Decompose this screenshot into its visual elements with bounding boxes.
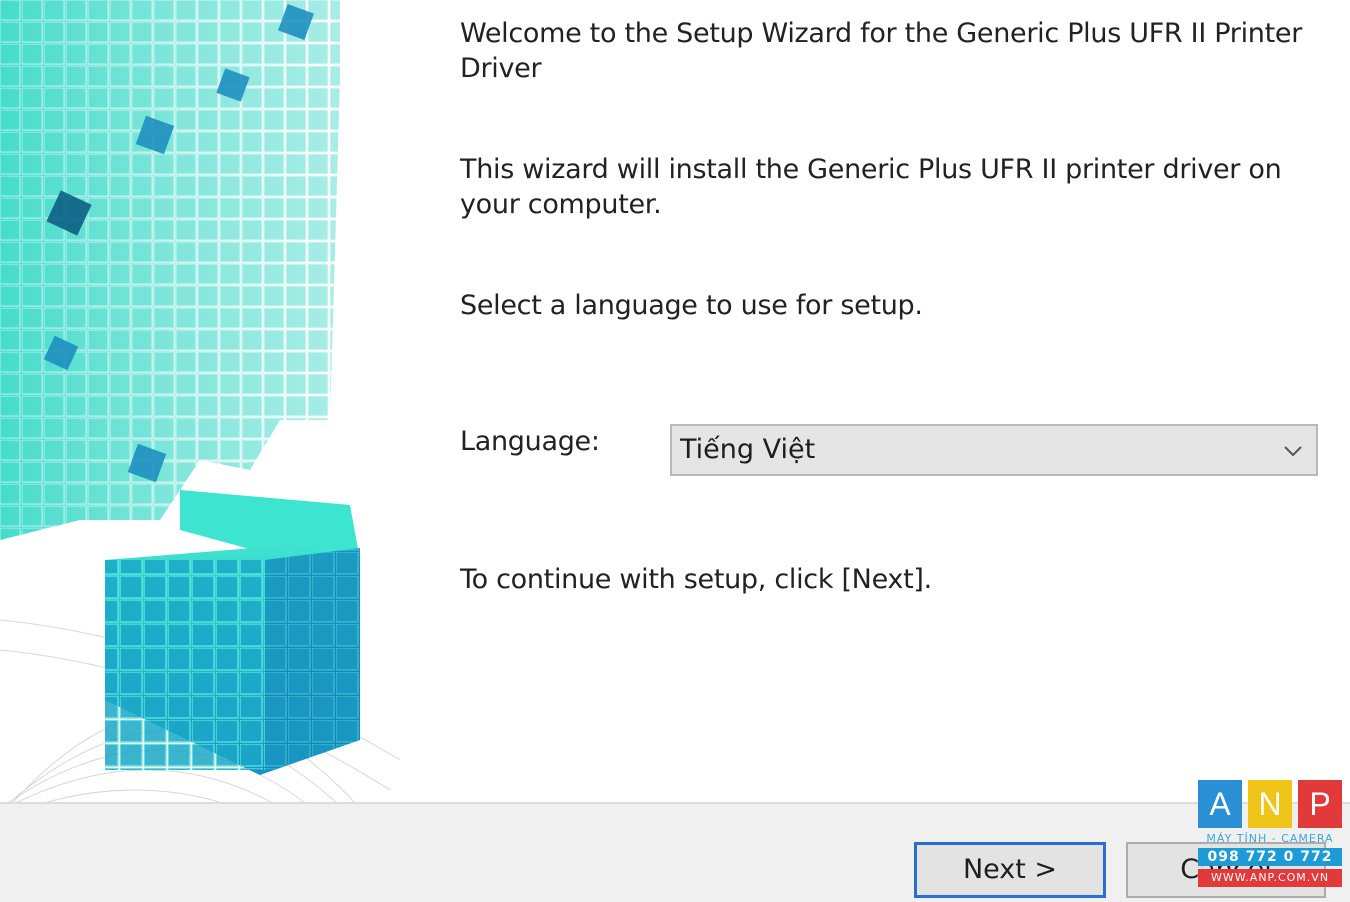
logo-letter-p: P (1298, 780, 1342, 828)
logo-tagline: MÁY TÍNH - CAMERA (1206, 832, 1334, 845)
next-button[interactable]: Next > (914, 842, 1106, 898)
logo-website: WWW.ANP.COM.VN (1198, 869, 1342, 887)
banner-cube-graphic (0, 0, 430, 900)
logo-letter-a: A (1198, 780, 1242, 828)
logo-letter-n: N (1248, 780, 1292, 828)
select-language-prompt: Select a language to use for setup. (460, 290, 923, 321)
install-description: This wizard will install the Generic Plu… (460, 154, 1282, 220)
language-selected-value: Tiếng Việt (680, 434, 816, 465)
language-label: Language: (460, 426, 600, 457)
language-select[interactable]: Tiếng Việt (670, 424, 1318, 476)
logo-phone: 098 772 0 772 (1198, 848, 1342, 866)
anp-watermark-logo: A N P MÁY TÍNH - CAMERA 098 772 0 772 WW… (1198, 780, 1342, 894)
continue-instruction: To continue with setup, click [Next]. (460, 564, 932, 595)
welcome-heading: Welcome to the Setup Wizard for the Gene… (460, 18, 1303, 84)
chevron-down-icon (1284, 446, 1302, 457)
